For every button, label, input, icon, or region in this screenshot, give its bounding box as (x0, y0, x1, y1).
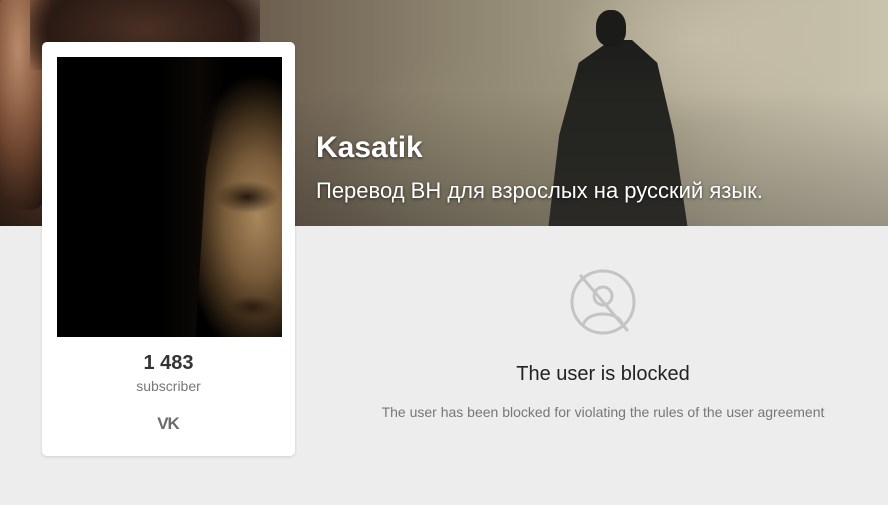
page-title: Kasatik (316, 131, 423, 164)
subscriber-label: subscriber (136, 378, 201, 394)
subscriber-count: 1 483 (143, 352, 194, 374)
blocked-user-icon (570, 269, 636, 335)
blocked-notice: The user is blocked The user has been bl… (318, 226, 888, 505)
avatar (57, 57, 282, 337)
profile-card: 1 483 subscriber VK (42, 42, 295, 456)
page-subtitle: Перевод ВН для взрослых на русский язык. (316, 178, 763, 203)
blocked-title: The user is blocked (516, 363, 690, 385)
blocked-description: The user has been blocked for violating … (381, 404, 825, 420)
vk-icon[interactable]: VK (156, 414, 180, 434)
